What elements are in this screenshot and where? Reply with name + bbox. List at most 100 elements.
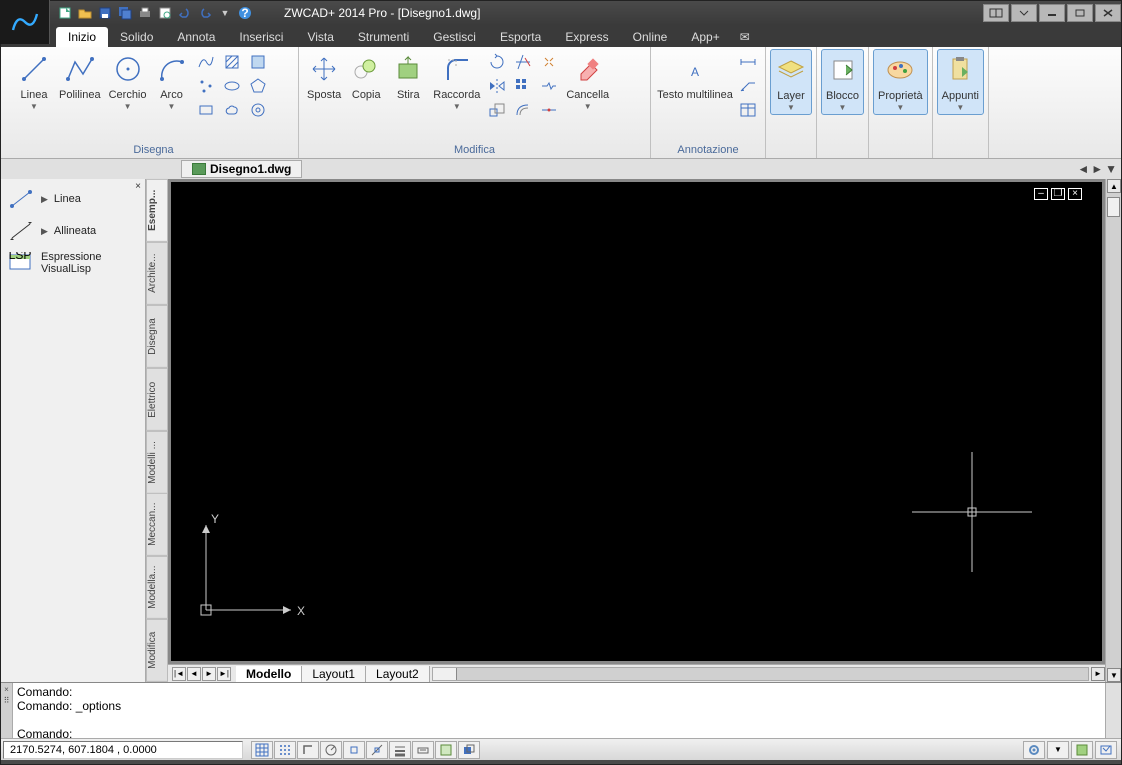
- polar-icon[interactable]: [320, 741, 342, 759]
- settings-gear-icon[interactable]: [1023, 741, 1045, 759]
- explode-icon[interactable]: [538, 51, 560, 73]
- workspace-icon[interactable]: [983, 4, 1009, 22]
- layer-button[interactable]: Layer▼: [770, 49, 812, 115]
- undo-icon[interactable]: [176, 4, 194, 22]
- offset-icon[interactable]: [512, 99, 534, 121]
- vtab-disegna[interactable]: Disegna: [146, 305, 168, 368]
- doc-minimize-icon[interactable]: –: [1034, 188, 1048, 200]
- tab-express[interactable]: Express: [553, 27, 620, 47]
- help-icon[interactable]: ?: [236, 4, 254, 22]
- tab-inizio[interactable]: Inizio: [56, 27, 108, 47]
- layout-first-icon[interactable]: |◄: [172, 667, 186, 681]
- ellipse-icon[interactable]: [221, 75, 243, 97]
- drawing-canvas[interactable]: – ❐ × Y X: [171, 182, 1102, 661]
- hscrollbar[interactable]: [432, 667, 1089, 681]
- appunti-button[interactable]: Appunti▼: [937, 49, 984, 115]
- otrack-icon[interactable]: [366, 741, 388, 759]
- cmd-scrollbar[interactable]: [1105, 683, 1121, 738]
- vtab-modifica[interactable]: Modifica: [146, 619, 168, 682]
- tool-linea[interactable]: ▶Linea: [5, 183, 141, 215]
- mirror-icon[interactable]: [486, 75, 508, 97]
- tab-online[interactable]: Online: [621, 27, 680, 47]
- ortho-icon[interactable]: [297, 741, 319, 759]
- rectangle-icon[interactable]: [195, 99, 217, 121]
- tab-solido[interactable]: Solido: [108, 27, 165, 47]
- tab-vista[interactable]: Vista: [295, 27, 345, 47]
- status-dropdown-icon[interactable]: ▼: [1047, 741, 1069, 759]
- rotate-icon[interactable]: [486, 51, 508, 73]
- grid-icon[interactable]: [274, 741, 296, 759]
- dyn-icon[interactable]: [412, 741, 434, 759]
- spline-icon[interactable]: [195, 51, 217, 73]
- layout-prev-icon[interactable]: ◄: [187, 667, 201, 681]
- polygon-icon[interactable]: [247, 75, 269, 97]
- raccorda-button[interactable]: Raccorda▼: [429, 49, 484, 113]
- arco-button[interactable]: Arco▼: [151, 49, 193, 113]
- layout-next-icon[interactable]: ►: [202, 667, 216, 681]
- layout-tab-layout1[interactable]: Layout1: [302, 666, 366, 682]
- vscrollbar[interactable]: ▲ ▼: [1105, 179, 1121, 682]
- saveall-icon[interactable]: [116, 4, 134, 22]
- blocco-button[interactable]: Blocco▼: [821, 49, 864, 115]
- vtab-modelli[interactable]: Modelli ...: [146, 431, 168, 494]
- mail-icon[interactable]: ✉: [732, 27, 758, 47]
- cancella-button[interactable]: Cancella▼: [562, 49, 613, 113]
- tab-annota[interactable]: Annota: [165, 27, 227, 47]
- doctab-next-icon[interactable]: ►: [1091, 162, 1103, 176]
- vscroll-down-icon[interactable]: ▼: [1107, 668, 1121, 682]
- minimize-icon[interactable]: [1039, 4, 1065, 22]
- doc-restore-icon[interactable]: ❐: [1051, 188, 1065, 200]
- scale-icon[interactable]: [486, 99, 508, 121]
- command-text[interactable]: Comando: Comando: _options Comando:: [13, 683, 1105, 738]
- vtab-modella[interactable]: Modella...: [146, 556, 168, 619]
- cmd-handle[interactable]: ×⠿: [1, 683, 13, 738]
- preview-icon[interactable]: [156, 4, 174, 22]
- break-icon[interactable]: [538, 75, 560, 97]
- redo-icon[interactable]: [196, 4, 214, 22]
- sposta-button[interactable]: Sposta: [303, 49, 345, 103]
- donut-icon[interactable]: [247, 99, 269, 121]
- lwt-icon[interactable]: [389, 741, 411, 759]
- close-icon[interactable]: [1095, 4, 1121, 22]
- dimension-icon[interactable]: [737, 51, 759, 73]
- stira-button[interactable]: Stira: [387, 49, 429, 103]
- hatch-icon[interactable]: [221, 51, 243, 73]
- layout-last-icon[interactable]: ►|: [217, 667, 231, 681]
- doc-tab-active[interactable]: Disegno1.dwg: [181, 160, 302, 178]
- testo-multilinea-button[interactable]: A Testo multilinea: [655, 49, 735, 103]
- open-icon[interactable]: [76, 4, 94, 22]
- leader-icon[interactable]: [737, 75, 759, 97]
- layout-tab-layout2[interactable]: Layout2: [366, 666, 430, 682]
- revcloud-icon[interactable]: [221, 99, 243, 121]
- region-icon[interactable]: [247, 51, 269, 73]
- layout-tab-modello[interactable]: Modello: [236, 666, 302, 682]
- polilinea-button[interactable]: Polilinea: [55, 49, 105, 103]
- new-icon[interactable]: [56, 4, 74, 22]
- snap-grid-icon[interactable]: [251, 741, 273, 759]
- palette-close-icon[interactable]: ×: [135, 181, 141, 192]
- osnap-icon[interactable]: [343, 741, 365, 759]
- doctab-prev-icon[interactable]: ◄: [1077, 162, 1089, 176]
- array-icon[interactable]: [512, 75, 534, 97]
- expand-ribbon-icon[interactable]: [1011, 4, 1037, 22]
- copia-button[interactable]: Copia: [345, 49, 387, 103]
- vtab-elettrico[interactable]: Elettrico: [146, 368, 168, 431]
- tool-allineata[interactable]: ▶Allineata: [5, 215, 141, 247]
- vtab-meccan[interactable]: Meccan...: [146, 493, 168, 556]
- table-icon[interactable]: [737, 99, 759, 121]
- point-icon[interactable]: [195, 75, 217, 97]
- join-icon[interactable]: [538, 99, 560, 121]
- app-menu-button[interactable]: [0, 0, 50, 44]
- trim-icon[interactable]: [512, 51, 534, 73]
- model-icon[interactable]: [435, 741, 457, 759]
- tab-esporta[interactable]: Esporta: [488, 27, 553, 47]
- maximize-icon[interactable]: [1067, 4, 1093, 22]
- linea-button[interactable]: Linea▼: [13, 49, 55, 113]
- doctab-menu-icon[interactable]: ▼: [1105, 162, 1117, 176]
- vtab-esempio[interactable]: Esemp...: [146, 179, 168, 242]
- cycle-icon[interactable]: [458, 741, 480, 759]
- qat-dropdown-icon[interactable]: ▼: [216, 4, 234, 22]
- status-tray-icon[interactable]: [1071, 741, 1093, 759]
- vtab-archite[interactable]: Archite...: [146, 242, 168, 305]
- tab-strumenti[interactable]: Strumenti: [346, 27, 421, 47]
